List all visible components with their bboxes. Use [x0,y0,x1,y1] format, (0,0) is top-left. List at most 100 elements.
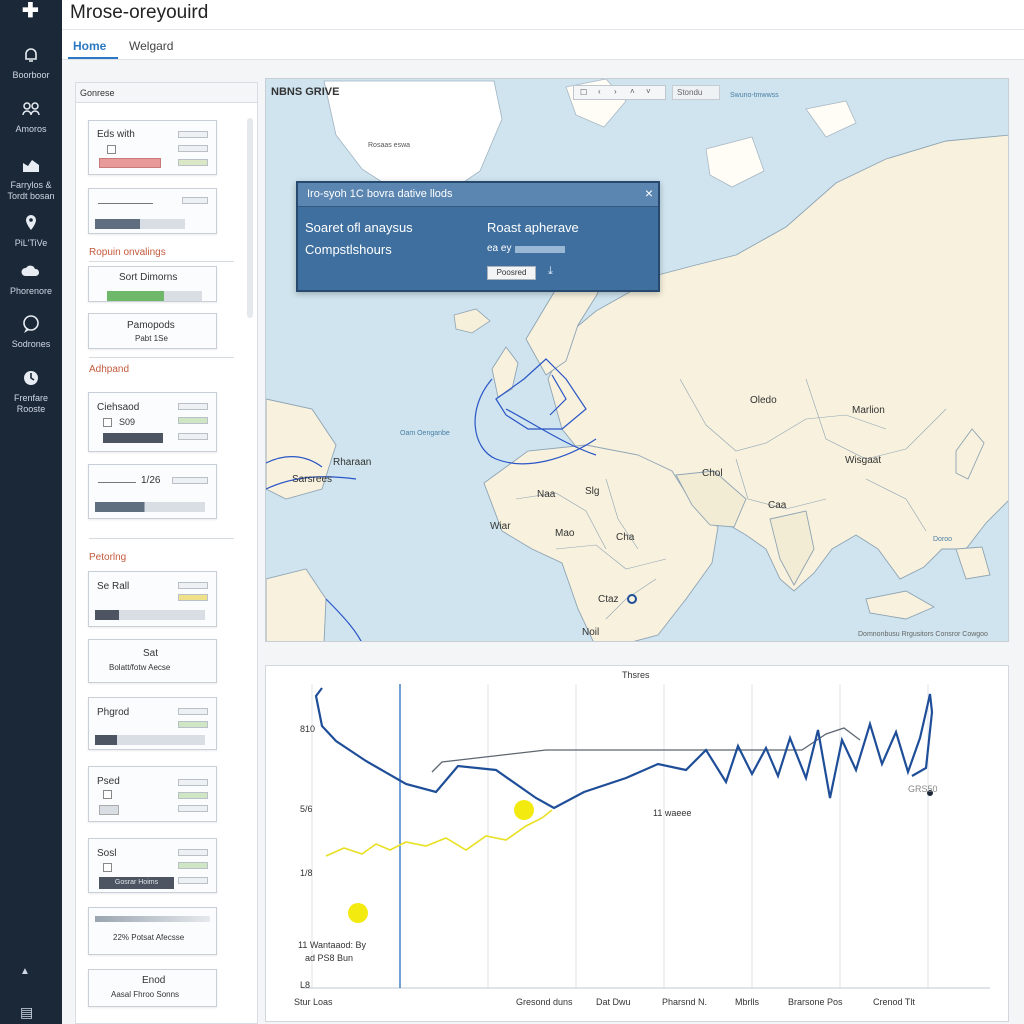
mini-field[interactable] [178,594,208,601]
mini-field[interactable] [178,708,208,715]
settings-card[interactable]: 22% Potsat Afecsse [88,907,217,955]
rail-item-sodrones[interactable]: Sodrones [0,313,62,350]
tab-home[interactable]: Home [73,39,106,53]
chart-legend-text: 11 Wantaaod: By [298,940,367,950]
close-icon[interactable]: × [645,185,653,201]
map-country-label: Noil [582,627,600,638]
mini-field[interactable] [178,433,208,440]
card-title: Psed [97,776,120,787]
card-subtitle: S09 [119,417,136,427]
card-title: Enod [142,975,166,986]
settings-card[interactable]: Sort Dimorns [88,266,217,302]
settings-card[interactable]: Sat Bolatt/fotw Aecse [88,639,217,683]
progress-bar [95,502,205,512]
mini-field[interactable] [178,805,208,812]
greenland-label: Rosaas eswa [368,142,411,149]
checkbox[interactable] [107,145,116,154]
mini-field[interactable] [178,721,208,728]
rail-item-phorenore[interactable]: Phorenore [0,260,62,297]
mini-field[interactable] [182,197,208,204]
settings-card[interactable]: Sosl Gosrar Hoims [88,838,217,893]
download-icon[interactable]: ⤓ [548,265,553,278]
mini-field[interactable] [178,862,208,869]
card-title: Sort Dimorns [119,272,178,283]
settings-card[interactable]: Phgrod [88,697,217,750]
app-title: Mrose-oreyouird [70,2,209,23]
mini-field[interactable] [178,159,208,166]
map-country-label: Doroo [933,536,953,543]
rail-item-frenfare[interactable]: Frenfare Rooste [0,367,62,415]
arrow-up-icon[interactable]: ˄ [630,87,635,96]
popup-button[interactable]: Poosred [487,266,536,280]
card-subtitle: Aasal Fhroo Sonns [111,990,180,999]
map-country-label: Mao [555,528,575,539]
people-icon [22,102,40,116]
map-country-label: Sarsrees [292,474,333,485]
map-toolbar[interactable]: ☐ ‹ › ˄ ˅ [573,85,666,100]
map-view[interactable] [265,78,1009,642]
card-subtitle: Bolatt/fotw Aecse [109,663,171,672]
popup-field: ea ey [487,243,512,254]
highlight-marker[interactable] [348,903,368,923]
settings-card[interactable]: Eds with [88,120,217,175]
rail-item-label: Frenfare Rooste [13,393,48,414]
caret-up-icon[interactable]: ▲ [20,966,30,977]
arrow-left-icon[interactable]: ‹ [598,87,601,96]
checkbox[interactable] [103,863,112,872]
mini-field[interactable] [172,477,208,484]
document-icon[interactable]: ▤ [20,1004,33,1021]
settings-card[interactable]: 1/26 [88,464,217,519]
map-attribution: Domnonbusu Rrgusitors Consror Cowgoo [858,631,988,638]
card-title: Pamopods [127,320,175,331]
settings-card[interactable]: Psed [88,766,217,822]
card-title: Sosl [97,848,117,859]
map-country-label: Marlion [852,405,885,416]
progress-bar [95,219,185,229]
app-header: Mrose-oreyouird [62,0,1024,30]
mini-field[interactable] [178,417,208,424]
card-title: Se Rall [97,581,130,592]
map-country-label: Slg [585,486,600,497]
mini-field[interactable] [178,403,208,410]
progress-bar [95,610,205,620]
tab-welgard[interactable]: Welgard [129,39,173,53]
mini-field[interactable] [178,877,208,884]
checkbox[interactable] [103,418,112,427]
map-search[interactable]: Stondu [672,85,720,100]
settings-card[interactable]: Ciehsaod S09 [88,392,217,452]
settings-card[interactable]: Se Rall [88,571,217,627]
rail-item-label: Phorenore [9,286,53,296]
mini-field[interactable] [178,779,208,786]
mini-field[interactable] [178,131,208,138]
checkbox[interactable] [103,790,112,799]
highlight-marker[interactable] [514,800,534,820]
slider-track[interactable] [98,203,153,204]
rail-item-boorboor[interactable]: Boorboor [0,44,62,81]
settings-card[interactable]: Pamopods Pabt 1Se [88,313,217,349]
divider [89,538,234,539]
mini-field[interactable] [178,145,208,152]
rail-item-piltive[interactable]: PiL'TiVe [0,212,62,249]
map-country-label: Naa [537,489,556,500]
settings-card[interactable] [88,188,217,234]
map-country-label: Wisgaat [845,455,882,466]
x-tick-label: Gresond duns [516,997,573,1007]
line-chart-panel [265,665,1009,1022]
progress-bar [107,291,202,301]
ocean-label: Oam Oenganbe [400,430,450,437]
bell-icon [25,48,37,62]
active-tab-indicator [68,57,118,59]
mini-field[interactable] [178,849,208,856]
rail-item-farrylos[interactable]: Farrylos & Tordt bosan [0,154,62,202]
panel-scrollbar[interactable] [247,118,253,318]
popup-field: Compstlshours [305,242,392,257]
arrow-down-icon[interactable]: ˅ [646,87,651,96]
rail-item-amoros[interactable]: Amoros [0,98,62,135]
slider-track[interactable] [98,482,136,483]
arrow-right-icon[interactable]: › [614,87,617,96]
checkbox-icon[interactable]: ☐ [580,88,587,97]
mini-field[interactable] [178,582,208,589]
settings-card[interactable]: Enod Aasal Fhroo Sonns [88,969,217,1007]
mini-field[interactable] [178,792,208,799]
chart-title: Thsres [622,670,650,680]
